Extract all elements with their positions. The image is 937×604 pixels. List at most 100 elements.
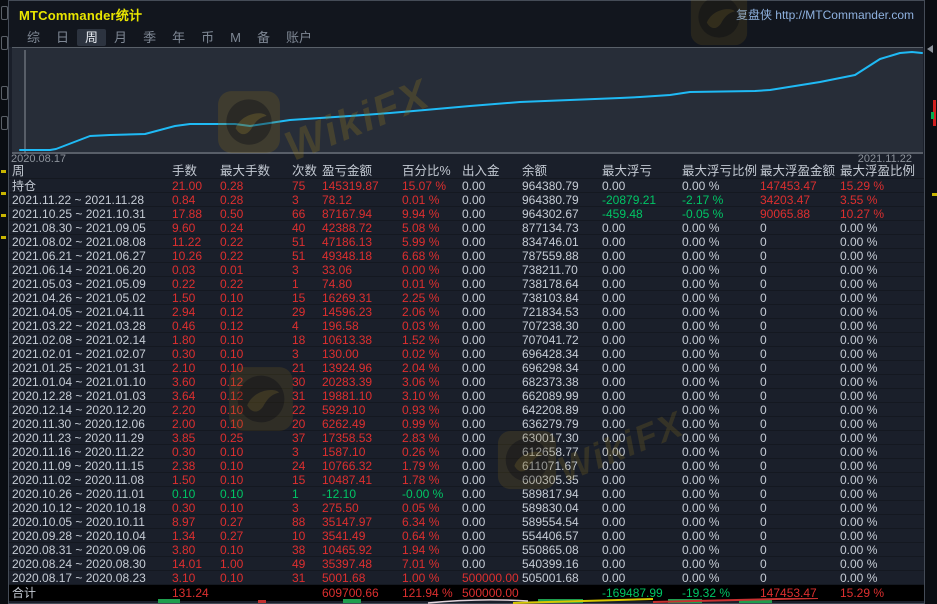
table-row[interactable]: 2020.08.24 ~ 2020.08.3014.011.004935397.… — [9, 557, 924, 571]
table-cell: -2.17 % — [682, 193, 760, 207]
table-cell: 0 — [760, 487, 840, 501]
table-row[interactable]: 2021.06.14 ~ 2021.06.200.030.01333.060.0… — [9, 263, 924, 277]
table-cell: 90065.88 — [760, 207, 840, 221]
table-cell: 2020.11.02 ~ 2020.11.08 — [12, 473, 172, 487]
table-cell: 0.93 % — [402, 403, 462, 417]
table-cell: 0.00 — [462, 291, 522, 305]
menu-item-月[interactable]: 月 — [106, 29, 135, 46]
table-row[interactable]: 2020.10.12 ~ 2020.10.180.300.103275.500.… — [9, 501, 924, 515]
table-row[interactable]: 2020.08.17 ~ 2020.08.233.100.10315001.68… — [9, 571, 924, 585]
table-row[interactable]: 2021.02.08 ~ 2021.02.141.800.101810613.3… — [9, 333, 924, 347]
table-cell: 0.00 — [462, 557, 522, 571]
menu-item-综[interactable]: 综 — [19, 29, 48, 46]
table-cell: 0.99 % — [402, 417, 462, 431]
table-row[interactable]: 2020.11.23 ~ 2020.11.293.850.253717358.5… — [9, 431, 924, 445]
table-cell: 2021.08.30 ~ 2021.09.05 — [12, 221, 172, 235]
table-row[interactable]: 2020.11.30 ~ 2020.12.062.000.10206262.49… — [9, 417, 924, 431]
table-cell: 612658.77 — [522, 445, 602, 459]
table-cell: 787559.88 — [522, 249, 602, 263]
table-row[interactable]: 2021.01.04 ~ 2021.01.103.600.123020283.3… — [9, 375, 924, 389]
table-cell: 0.00 — [602, 221, 682, 235]
menu-item-日[interactable]: 日 — [48, 29, 77, 46]
table-cell: 0.64 % — [402, 529, 462, 543]
equity-chart[interactable] — [12, 47, 923, 154]
table-row[interactable]: 2021.03.22 ~ 2021.03.280.460.124196.580.… — [9, 319, 924, 333]
table-cell: 0.00 % — [682, 403, 760, 417]
table-cell: 5.08 % — [402, 221, 462, 235]
table-row[interactable]: 2020.12.14 ~ 2020.12.202.200.10225929.10… — [9, 403, 924, 417]
table-cell: 31 — [292, 571, 322, 585]
table-cell: 22 — [292, 403, 322, 417]
table-cell: 2021.10.25 ~ 2021.10.31 — [12, 207, 172, 221]
table-cell: 2.38 — [172, 459, 220, 473]
table-cell: 3 — [292, 445, 322, 459]
table-row[interactable]: 2021.06.21 ~ 2021.06.2710.260.225149348.… — [9, 249, 924, 263]
table-cell: 2020.08.24 ~ 2020.08.30 — [12, 557, 172, 571]
table-cell: 3 — [292, 193, 322, 207]
menu-item-季[interactable]: 季 — [135, 29, 164, 46]
table-cell: 14596.23 — [322, 305, 402, 319]
table-cell: 0.00 % — [840, 529, 924, 543]
table-cell: 0.00 — [462, 389, 522, 403]
table-row[interactable]: 2021.11.22 ~ 2021.11.280.840.28378.120.0… — [9, 193, 924, 207]
table-cell: 275.50 — [322, 501, 402, 515]
table-row[interactable]: 2020.11.16 ~ 2020.11.220.300.1031587.100… — [9, 445, 924, 459]
table-row[interactable]: 2020.11.02 ~ 2020.11.081.500.101510487.4… — [9, 473, 924, 487]
table-cell: 0.00 — [462, 305, 522, 319]
table-cell: 1.00 — [220, 557, 292, 571]
table-row[interactable]: 2020.11.09 ~ 2020.11.152.380.102410766.3… — [9, 459, 924, 473]
table-row[interactable]: 2021.04.26 ~ 2021.05.021.500.101516269.3… — [9, 291, 924, 305]
table-row[interactable]: 2021.02.01 ~ 2021.02.070.300.103130.000.… — [9, 347, 924, 361]
table-cell: 19881.10 — [322, 389, 402, 403]
table-cell: 2.04 % — [402, 361, 462, 375]
table-cell: 0 — [760, 249, 840, 263]
table-row[interactable]: 2021.04.05 ~ 2021.04.112.940.122914596.2… — [9, 305, 924, 319]
table-cell: 3.06 % — [402, 375, 462, 389]
column-header: 最大浮盈比例 — [840, 164, 924, 179]
background-text-fragment — [1, 214, 6, 217]
table-cell: 0.00 % — [840, 417, 924, 431]
background-text-fragment — [1, 236, 6, 239]
table-cell: 10.26 — [172, 249, 220, 263]
table-row[interactable]: 2021.10.25 ~ 2021.10.3117.880.506687167.… — [9, 207, 924, 221]
table-row[interactable]: 2021.01.25 ~ 2021.01.312.100.102113924.9… — [9, 361, 924, 375]
table-row[interactable]: 2021.08.02 ~ 2021.08.0811.220.225147186.… — [9, 235, 924, 249]
table-row[interactable]: 2021.08.30 ~ 2021.09.059.600.244042388.7… — [9, 221, 924, 235]
menu-item-备[interactable]: 备 — [249, 29, 278, 46]
table-row[interactable]: 2020.10.05 ~ 2020.10.118.970.278835147.9… — [9, 515, 924, 529]
menu-item-周[interactable]: 周 — [77, 29, 106, 46]
table-row[interactable]: 2020.12.28 ~ 2021.01.033.640.123119881.1… — [9, 389, 924, 403]
table-cell: 0.00 — [602, 263, 682, 277]
table-cell: 0.00 — [462, 501, 522, 515]
table-cell: 964380.79 — [522, 179, 602, 193]
table-cell: 0 — [760, 319, 840, 333]
table-cell: 2021.06.14 ~ 2021.06.20 — [12, 263, 172, 277]
table-cell: 0.10 — [220, 459, 292, 473]
menu-item-币[interactable]: 币 — [193, 29, 222, 46]
table-cell: 78.12 — [322, 193, 402, 207]
table-cell: 0.00 % — [840, 557, 924, 571]
table-cell: 0.00 — [462, 235, 522, 249]
table-cell: 34203.47 — [760, 193, 840, 207]
column-header: 周 — [12, 164, 172, 179]
table-cell: 0.00 — [462, 249, 522, 263]
table-row[interactable]: 2020.10.26 ~ 2020.11.010.100.101-12.10-0… — [9, 487, 924, 501]
table-row[interactable]: 持仓21.000.2875145319.8715.07 %0.00964380.… — [9, 179, 924, 193]
table-cell: 0.00 % — [682, 291, 760, 305]
background-button-fragment — [1, 36, 8, 50]
table-row[interactable]: 2021.05.03 ~ 2021.05.090.220.22174.800.0… — [9, 277, 924, 291]
table-cell: 2.06 % — [402, 305, 462, 319]
background-window-fragment-left — [0, 0, 8, 604]
table-cell: 0.00 — [602, 501, 682, 515]
menu-item-年[interactable]: 年 — [164, 29, 193, 46]
mtcommander-link[interactable]: 复盘侠 http://MTCommander.com — [736, 6, 914, 23]
menu-item-M[interactable]: M — [222, 29, 249, 46]
table-cell: 13924.96 — [322, 361, 402, 375]
table-cell: 0.00 — [602, 557, 682, 571]
table-cell: 3 — [292, 501, 322, 515]
table-row[interactable]: 2020.08.31 ~ 2020.09.063.800.103810465.9… — [9, 543, 924, 557]
menu-item-账户[interactable]: 账户 — [278, 29, 320, 46]
equity-chart-svg — [12, 48, 923, 154]
table-row[interactable]: 2020.09.28 ~ 2020.10.041.340.27103541.49… — [9, 529, 924, 543]
table-cell: 9.94 % — [402, 207, 462, 221]
